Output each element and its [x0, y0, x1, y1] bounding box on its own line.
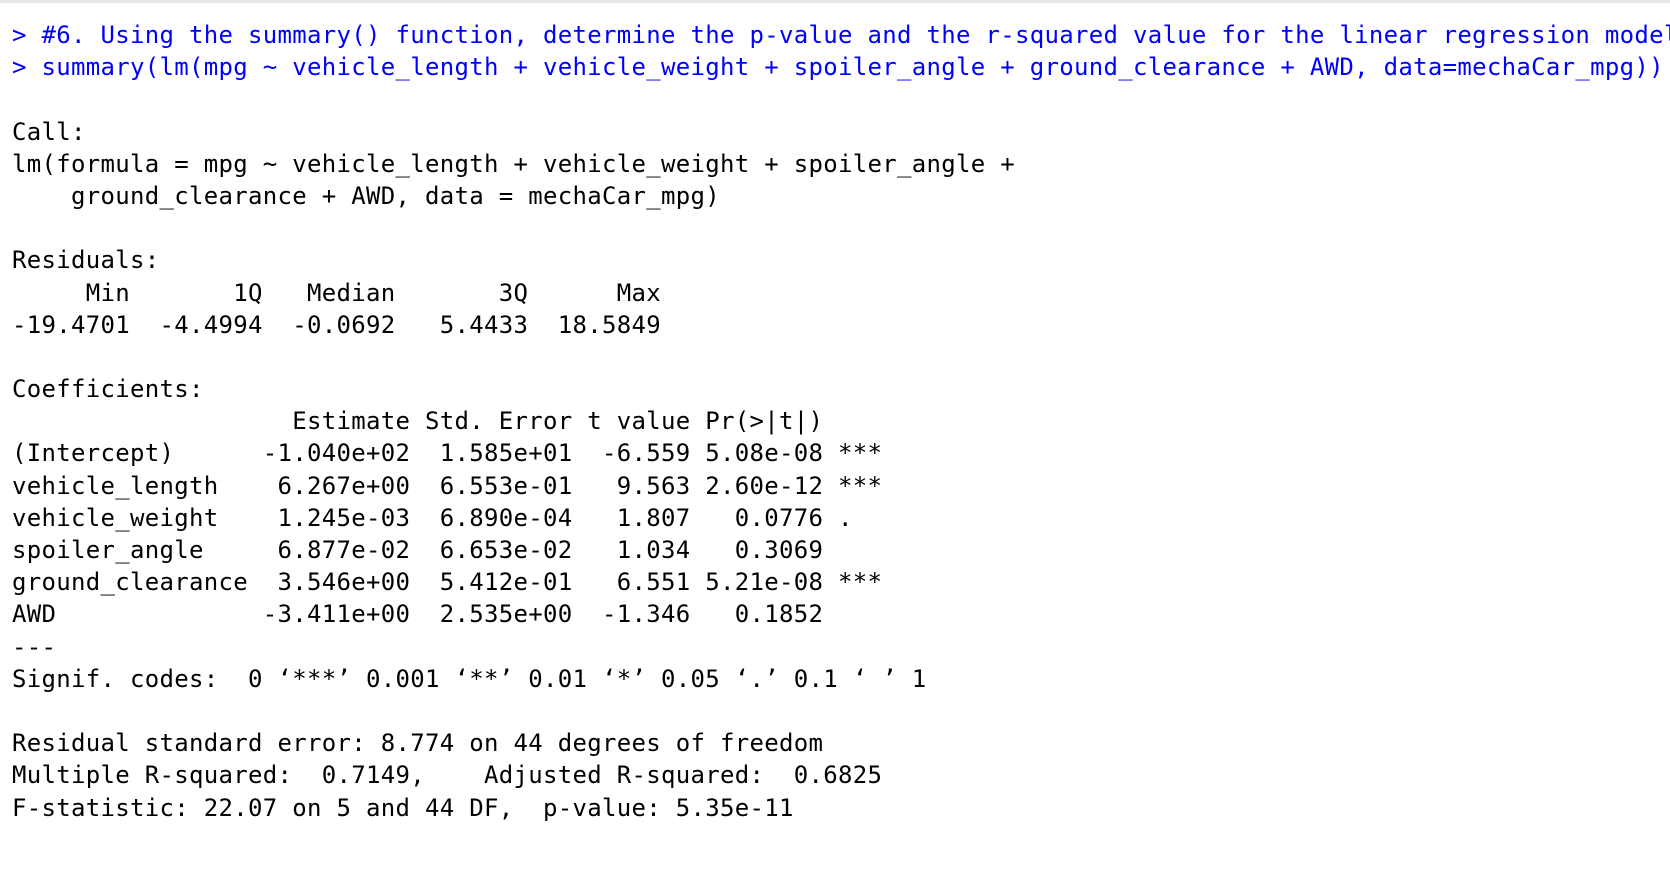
r-console[interactable]: > #6. Using the summary() function, dete…: [0, 0, 1670, 890]
separator-line: ---: [12, 632, 57, 661]
coefficients-header-row: Estimate Std. Error t value Pr(>|t|): [12, 407, 883, 436]
call-heading: Call:: [12, 117, 86, 146]
coefficient-row: spoiler_angle 6.877e-02 6.653e-02 1.034 …: [12, 536, 883, 564]
coefficient-row: vehicle_length 6.267e+00 6.553e-01 9.563…: [12, 471, 883, 500]
signif-codes-line: Signif. codes: 0 ‘***’ 0.001 ‘**’ 0.01 ‘…: [12, 664, 927, 693]
coefficient-row: vehicle_weight 1.245e-03 6.890e-04 1.807…: [12, 503, 883, 532]
f-statistic-line: F-statistic: 22.07 on 5 and 44 DF, p-val…: [12, 793, 794, 822]
coefficients-heading: Coefficients:: [12, 375, 204, 404]
coefficient-row: AWD -3.411e+00 2.535e+00 -1.346 0.1852: [12, 600, 883, 629]
console-command-line: > summary(lm(mpg ~ vehicle_length + vehi…: [12, 53, 1664, 82]
residuals-header-row: Min 1Q Median 3Q Max: [12, 278, 676, 307]
residuals-values-row: -19.4701 -4.4994 -0.0692 5.4433 18.5849: [12, 310, 676, 339]
call-formula-line: ground_clearance + AWD, data = mechaCar_…: [12, 181, 720, 210]
r-squared-line: Multiple R-squared: 0.7149, Adjusted R-s…: [12, 761, 897, 790]
console-comment-line: > #6. Using the summary() function, dete…: [12, 21, 1670, 49]
residual-standard-error-line: Residual standard error: 8.774 on 44 deg…: [12, 729, 824, 758]
call-formula-line: lm(formula = mpg ~ vehicle_length + vehi…: [12, 149, 1030, 178]
residuals-heading: Residuals:: [12, 246, 160, 275]
coefficient-row: (Intercept) -1.040e+02 1.585e+01 -6.559 …: [12, 439, 883, 468]
coefficient-row: ground_clearance 3.546e+00 5.412e-01 6.5…: [12, 568, 883, 597]
